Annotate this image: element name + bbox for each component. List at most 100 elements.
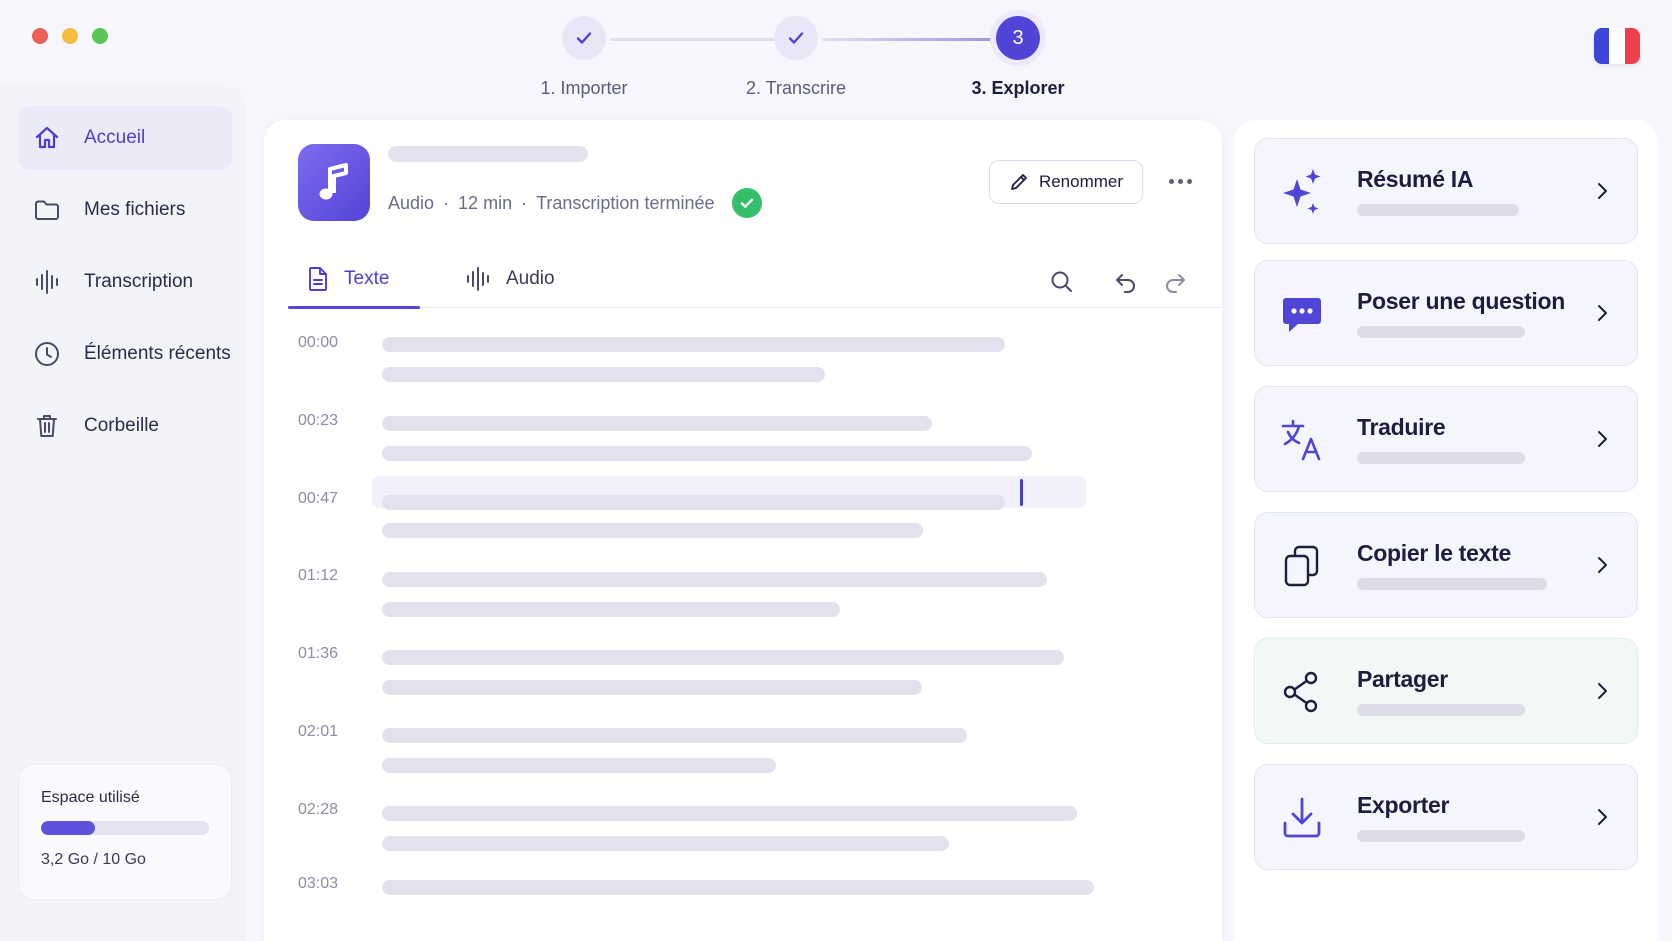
text-line-placeholder [382, 680, 922, 695]
action-label: Exporter [1357, 792, 1450, 818]
transcript-row[interactable]: 00:47 [264, 486, 1222, 546]
timestamp: 03:03 [298, 875, 339, 892]
text-line-placeholder [382, 880, 1094, 895]
transcript-row[interactable]: 02:28 [264, 797, 1222, 857]
close-window-button[interactable] [32, 28, 48, 44]
file-duration: 12 min [458, 192, 513, 213]
tab-label: Audio [506, 268, 555, 289]
transcription-status: Transcription terminée [536, 192, 715, 213]
step-transcribe[interactable]: 2. Transcrire [716, 16, 876, 99]
transcript-row[interactable]: 02:01 [264, 719, 1222, 779]
transcript-row[interactable]: 00:23 [264, 408, 1222, 468]
sidebar-item-label: Accueil [84, 127, 146, 148]
translate-icon [1277, 415, 1327, 465]
timestamp: 02:28 [298, 801, 339, 818]
sidebar: Accueil Mes fichiers Transcription Éléme… [0, 86, 246, 941]
action-export[interactable]: Exporter [1254, 764, 1638, 870]
action-label: Copier le texte [1357, 540, 1511, 566]
share-icon [1277, 667, 1327, 717]
sidebar-item-files[interactable]: Mes fichiers [18, 178, 232, 242]
sidebar-item-label: Éléments récents [84, 343, 231, 364]
clock-icon [32, 339, 62, 369]
transcript-row[interactable]: 01:12 [264, 563, 1222, 623]
step-label: 2. Transcrire [745, 78, 847, 98]
search-button[interactable] [1046, 266, 1078, 298]
action-ai-summary[interactable]: Résumé IA [1254, 138, 1638, 244]
text-line-placeholder [382, 728, 967, 743]
document-icon [306, 266, 330, 292]
action-copy-text[interactable]: Copier le texte [1254, 512, 1638, 618]
text-line-placeholder [382, 572, 1047, 587]
text-line-placeholder [382, 806, 1077, 821]
actions-panel: Résumé IA Poser une question Traduire Co… [1234, 120, 1658, 941]
minimize-window-button[interactable] [62, 28, 78, 44]
pencil-icon [1009, 172, 1029, 192]
zoom-window-button[interactable] [92, 28, 108, 44]
storage-usage: 3,2 Go / 10 Go [41, 851, 146, 868]
redo-button[interactable] [1159, 266, 1191, 298]
transcript-row[interactable]: 03:03 [264, 871, 1222, 931]
action-label: Poser une question [1357, 288, 1566, 314]
tab-audio[interactable]: Audio [464, 250, 555, 308]
language-flag-button[interactable] [1594, 28, 1640, 64]
chevron-right-icon [1589, 804, 1615, 830]
progress-stepper: 1. Importer 2. Transcrire 3 3. Explorer [540, 16, 1160, 99]
timestamp: 00:47 [298, 490, 339, 507]
step-import[interactable]: 1. Importer [504, 16, 664, 99]
chevron-right-icon [1589, 552, 1615, 578]
meta-separator: · [443, 192, 450, 213]
sidebar-item-recent[interactable]: Éléments récents [18, 322, 232, 386]
text-line-placeholder [382, 836, 949, 851]
storage-progress-bar [41, 821, 209, 835]
rename-label: Renommer [1038, 172, 1124, 191]
action-description-placeholder [1357, 704, 1525, 716]
undo-button[interactable] [1110, 266, 1142, 298]
chevron-right-icon [1589, 426, 1615, 452]
file-title-placeholder [388, 146, 588, 162]
sidebar-item-label: Mes fichiers [84, 199, 186, 220]
storage-title: Espace utilisé [41, 789, 140, 806]
sidebar-item-trash[interactable]: Corbeille [18, 394, 232, 458]
text-line-placeholder [382, 523, 923, 538]
more-options-button[interactable] [1163, 168, 1197, 194]
content-tabs: Texte Audio [288, 250, 1222, 309]
action-share[interactable]: Partager [1254, 638, 1638, 744]
check-icon [774, 16, 818, 60]
action-label: Résumé IA [1357, 166, 1474, 192]
folder-icon [32, 195, 62, 225]
action-description-placeholder [1357, 326, 1525, 338]
trash-icon [32, 411, 62, 441]
sidebar-item-label: Transcription [84, 271, 194, 292]
sparkles-icon [1277, 167, 1327, 217]
timestamp: 01:12 [298, 567, 339, 584]
action-translate[interactable]: Traduire [1254, 386, 1638, 492]
text-line-placeholder [382, 495, 1005, 510]
redo-icon [1162, 269, 1188, 295]
tab-label: Texte [344, 268, 390, 289]
download-icon [1277, 793, 1327, 843]
step-label: 1. Importer [540, 78, 628, 98]
sidebar-item-home[interactable]: Accueil [18, 106, 232, 170]
sidebar-item-transcription[interactable]: Transcription [18, 250, 232, 314]
french-flag-icon [1594, 28, 1610, 64]
rename-button[interactable]: Renommer [989, 160, 1143, 204]
storage-widget: Espace utilisé 3,2 Go / 10 Go [18, 764, 232, 900]
sidebar-nav: Accueil Mes fichiers Transcription Éléme… [18, 106, 232, 466]
action-label: Partager [1357, 666, 1448, 692]
action-ask-question[interactable]: Poser une question [1254, 260, 1638, 366]
text-line-placeholder [382, 416, 932, 431]
timestamp: 01:36 [298, 645, 339, 662]
transcript-row[interactable]: 01:36 [264, 641, 1222, 701]
text-line-placeholder [382, 602, 840, 617]
chat-bubble-icon [1277, 289, 1327, 339]
transcript-row[interactable]: 00:00 [264, 330, 1222, 390]
tab-text[interactable]: Texte [288, 250, 420, 309]
action-label: Traduire [1357, 414, 1446, 440]
sidebar-item-label: Corbeille [84, 415, 159, 436]
waveform-icon [32, 267, 62, 297]
file-meta: Audio · 12 min · Transcription terminée [388, 188, 763, 218]
storage-progress-fill [41, 821, 95, 835]
step-explore[interactable]: 3 3. Explorer [938, 16, 1098, 99]
text-line-placeholder [382, 758, 776, 773]
action-description-placeholder [1357, 204, 1519, 216]
